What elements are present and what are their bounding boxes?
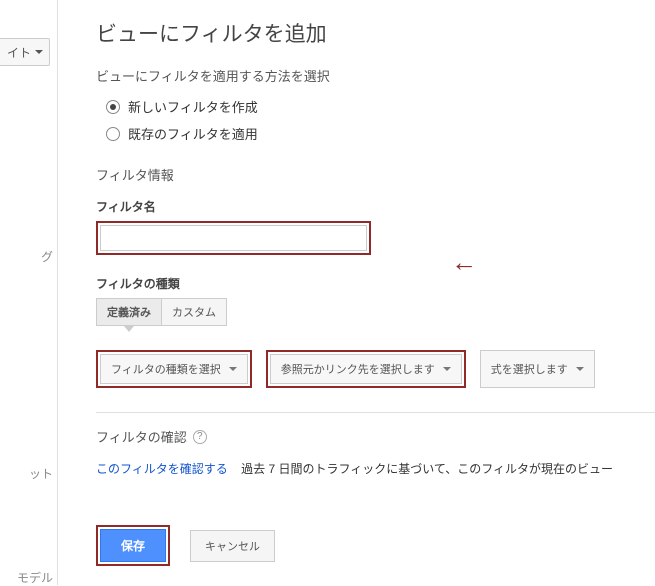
divider bbox=[96, 412, 655, 413]
verify-filter-link[interactable]: このフィルタを確認する bbox=[96, 462, 228, 476]
dropdown-type-highlight: フィルタの種類を選択 bbox=[96, 350, 252, 388]
tab-custom[interactable]: カスタム bbox=[162, 298, 227, 326]
page-title: ビューにフィルタを追加 bbox=[96, 18, 655, 48]
save-button[interactable]: 保存 bbox=[100, 529, 166, 562]
filter-type-label: フィルタの種類 bbox=[96, 275, 655, 292]
sidebar-dropdown[interactable]: イト bbox=[0, 38, 50, 66]
caret-down-icon bbox=[576, 367, 584, 371]
radio-create-filter[interactable]: 新しいフィルタを作成 bbox=[106, 97, 655, 116]
help-icon[interactable]: ? bbox=[193, 430, 207, 444]
sidebar-item-model[interactable]: モデル bbox=[17, 569, 53, 586]
sidebar-item-g[interactable]: グ bbox=[41, 248, 53, 265]
radio-existing-label: 既存のフィルタを適用 bbox=[128, 124, 258, 143]
dropdown-row: フィルタの種類を選択 参照元かリンク先を選択します 式を選択します bbox=[96, 350, 655, 388]
sidebar-dropdown-label: イト bbox=[7, 44, 31, 61]
filter-type-tabs: 定義済み カスタム bbox=[96, 298, 655, 326]
caret-down-icon bbox=[35, 50, 43, 54]
method-section-title: ビューにフィルタを適用する方法を選択 bbox=[96, 66, 655, 85]
filter-name-label: フィルタ名 bbox=[96, 198, 655, 215]
radio-create-label: 新しいフィルタを作成 bbox=[128, 97, 258, 116]
sidebar-item-t[interactable]: ット bbox=[29, 465, 53, 482]
verify-row: このフィルタを確認する 過去 7 日間のトラフィックに基づいて、このフィルタが現… bbox=[96, 460, 655, 477]
dropdown-filter-type[interactable]: フィルタの種類を選択 bbox=[100, 354, 248, 384]
button-row: 保存 キャンセル bbox=[96, 525, 655, 566]
radio-icon bbox=[106, 100, 120, 114]
sidebar: イト グ ット モデル bbox=[0, 0, 58, 585]
verify-section-title: フィルタの確認 ? bbox=[96, 427, 655, 446]
radio-icon bbox=[106, 127, 120, 141]
radio-existing-filter[interactable]: 既存のフィルタを適用 bbox=[106, 124, 655, 143]
arrow-left-icon: ← bbox=[451, 247, 477, 278]
tab-defined[interactable]: 定義済み bbox=[96, 298, 162, 326]
verify-description: 過去 7 日間のトラフィックに基づいて、このフィルタが現在のビュー bbox=[241, 462, 613, 476]
dropdown-expression[interactable]: 式を選択します bbox=[480, 350, 595, 388]
main-content: ビューにフィルタを追加 ビューにフィルタを適用する方法を選択 新しいフィルタを作… bbox=[58, 0, 655, 585]
filter-info-title: フィルタ情報 bbox=[96, 165, 655, 184]
filter-name-highlight bbox=[96, 221, 371, 255]
save-button-highlight: 保存 bbox=[96, 525, 170, 566]
dropdown-source-highlight: 参照元かリンク先を選択します bbox=[266, 350, 466, 388]
caret-down-icon bbox=[443, 367, 451, 371]
filter-name-input[interactable] bbox=[100, 225, 367, 251]
cancel-button[interactable]: キャンセル bbox=[190, 530, 275, 562]
caret-down-icon bbox=[229, 367, 237, 371]
dropdown-source[interactable]: 参照元かリンク先を選択します bbox=[270, 354, 462, 384]
